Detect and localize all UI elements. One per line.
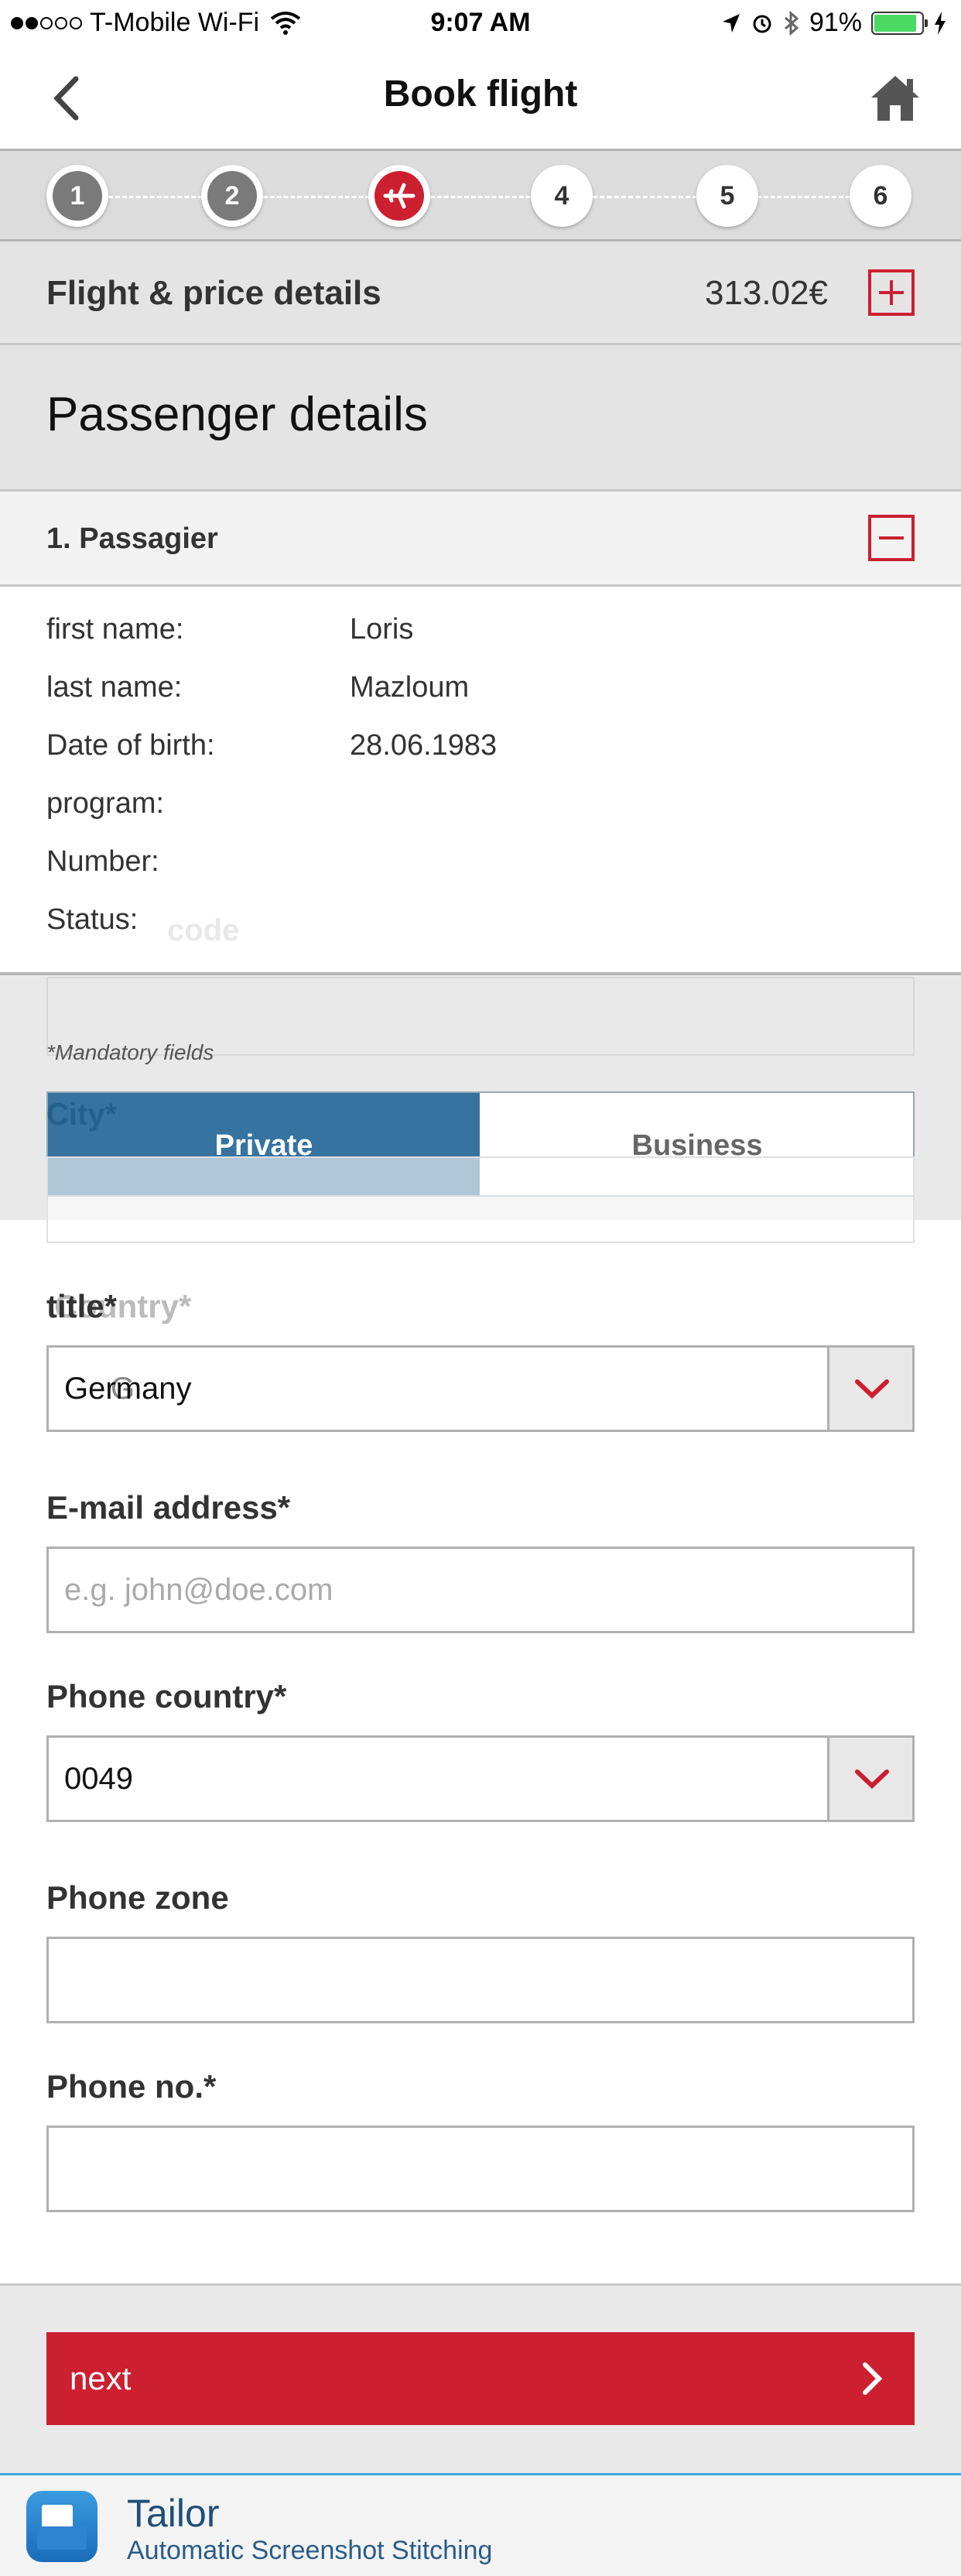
- passenger-summary: first name: Loris last name: Mazloum Date …: [0, 587, 961, 974]
- footer-app-name: Tailor: [127, 2492, 220, 2535]
- page-title: Book flight: [383, 74, 578, 115]
- charging-icon: [935, 11, 946, 35]
- step-6: 6: [850, 165, 911, 227]
- location-icon: [722, 13, 740, 33]
- booking-stepper: 1 2 4 5 6: [0, 149, 961, 242]
- detail-row: Number:: [46, 845, 350, 879]
- phone-country-select[interactable]: 0049: [46, 1735, 915, 1822]
- step-2[interactable]: 2: [201, 165, 263, 227]
- section-title: Passenger details: [46, 388, 428, 441]
- select-value: 0049: [64, 1762, 133, 1796]
- passenger-details-header: Passenger details: [0, 345, 961, 492]
- city-ghost-label: City*: [46, 1098, 118, 1132]
- battery-icon: [871, 11, 928, 35]
- step-1[interactable]: 1: [46, 165, 108, 227]
- collapse-minus-icon[interactable]: [868, 515, 915, 561]
- detail-key: first name:: [46, 613, 184, 646]
- email-field[interactable]: e.g. john@doe.com: [46, 1547, 915, 1633]
- detail-key: Number:: [46, 845, 159, 878]
- step-connector: [263, 196, 384, 198]
- detail-key: Date of birth:: [46, 729, 215, 762]
- step-number: 2: [207, 171, 257, 221]
- chevron-down-icon[interactable]: [827, 1738, 912, 1820]
- step-number: 4: [537, 171, 587, 221]
- detail-row: Date of birth: 28.06.1983: [46, 729, 497, 762]
- phone-country-label: Phone country*: [46, 1678, 287, 1714]
- price-amount: 313.02€: [704, 274, 828, 312]
- step-3-current: [368, 165, 430, 227]
- email-placeholder: e.g. john@doe.com: [64, 1573, 333, 1607]
- step-5: 5: [696, 165, 758, 227]
- airplane-icon: [374, 171, 424, 221]
- email-label: E-mail address*: [46, 1489, 291, 1526]
- detail-value: 28.06.1983: [350, 729, 498, 762]
- battery-percent: 91%: [809, 8, 862, 37]
- phone-zone-field[interactable]: [46, 1937, 915, 2023]
- chevron-right-icon: [863, 2362, 883, 2395]
- detail-value: Mazloum: [350, 671, 470, 704]
- step-number: 6: [856, 171, 905, 221]
- chevron-down-icon[interactable]: [827, 1348, 912, 1430]
- next-label: next: [70, 2360, 132, 2396]
- passenger-title: 1. Passagier: [46, 522, 218, 555]
- expand-plus-icon[interactable]: [868, 269, 915, 316]
- price-details-label: Flight & price details: [46, 274, 381, 312]
- detail-row: program:: [46, 787, 350, 820]
- phone-zone-label: Phone zone: [46, 1879, 229, 1916]
- passenger-accordion-header[interactable]: 1. Passagier: [0, 492, 961, 587]
- alarm-icon: [753, 15, 771, 33]
- phone-no-field[interactable]: [46, 2126, 915, 2212]
- tailor-footer: Tailor Automatic Screenshot Stitching: [0, 2473, 961, 2576]
- bluetooth-icon: [784, 10, 799, 36]
- step-4: 4: [531, 165, 593, 227]
- detail-key: last name:: [46, 671, 183, 704]
- home-icon[interactable]: [868, 71, 922, 125]
- select-value: Germany: [64, 1372, 192, 1406]
- tailor-app-icon: [26, 2491, 97, 2562]
- ghost-input: [46, 1156, 915, 1243]
- step-connector: [593, 196, 712, 198]
- next-button[interactable]: next: [46, 2332, 915, 2425]
- title-label: title*: [46, 1288, 118, 1324]
- detail-key: program:: [46, 787, 165, 820]
- status-right: 91%: [721, 8, 947, 38]
- footer-tagline: Automatic Screenshot Stitching: [127, 2536, 493, 2565]
- detail-row: first name: Loris: [46, 613, 413, 646]
- phone-no-label: Phone no.*: [46, 2068, 217, 2105]
- country-select[interactable]: G Germany: [46, 1345, 915, 1432]
- mandatory-note: *Mandatory fields: [46, 1040, 214, 1064]
- flight-price-summary[interactable]: Flight & price details 313.02€: [0, 242, 961, 345]
- step-number: 1: [53, 171, 102, 221]
- bottom-action-bar: next: [0, 2283, 961, 2473]
- detail-row: last name: Mazloum: [46, 671, 469, 704]
- status-bar: T-Mobile Wi-Fi 9:07 AM 91%: [0, 0, 961, 48]
- nav-bar: Book flight: [0, 48, 961, 149]
- detail-value: Loris: [350, 613, 414, 646]
- faded-ghost-text: code: [167, 913, 240, 947]
- step-number: 5: [703, 171, 752, 221]
